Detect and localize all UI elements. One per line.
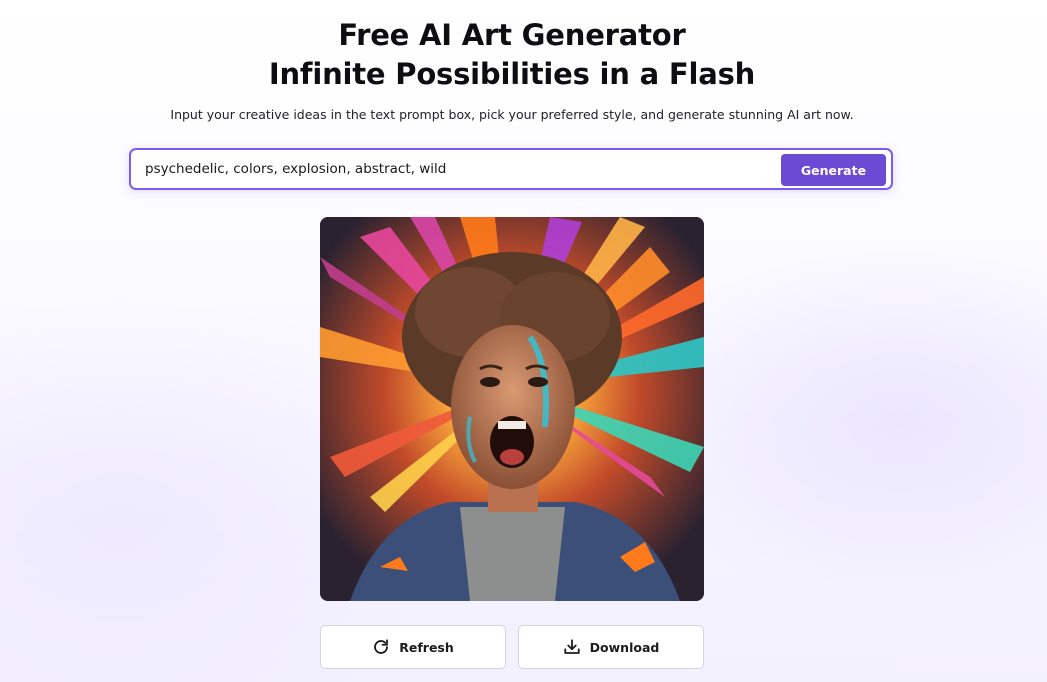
download-button[interactable]: Download (518, 625, 704, 669)
download-icon (563, 638, 581, 656)
download-label: Download (589, 639, 660, 655)
page-title-line-1: Free AI Art Generator (338, 18, 686, 52)
generated-art-image (320, 217, 704, 601)
prompt-bar: Generate (129, 148, 893, 190)
page-subtitle: Input your creative ideas in the text pr… (170, 107, 854, 122)
prompt-input[interactable] (145, 150, 765, 188)
page-title: Free AI Art Generator Infinite Possibili… (0, 16, 1024, 94)
refresh-button[interactable]: Refresh (320, 625, 506, 669)
page-title-line-2: Infinite Possibilities in a Flash (268, 57, 756, 91)
refresh-label: Refresh (399, 639, 454, 655)
generate-button[interactable]: Generate (781, 154, 886, 186)
generated-art-illustration (320, 217, 704, 601)
refresh-icon (372, 638, 390, 656)
